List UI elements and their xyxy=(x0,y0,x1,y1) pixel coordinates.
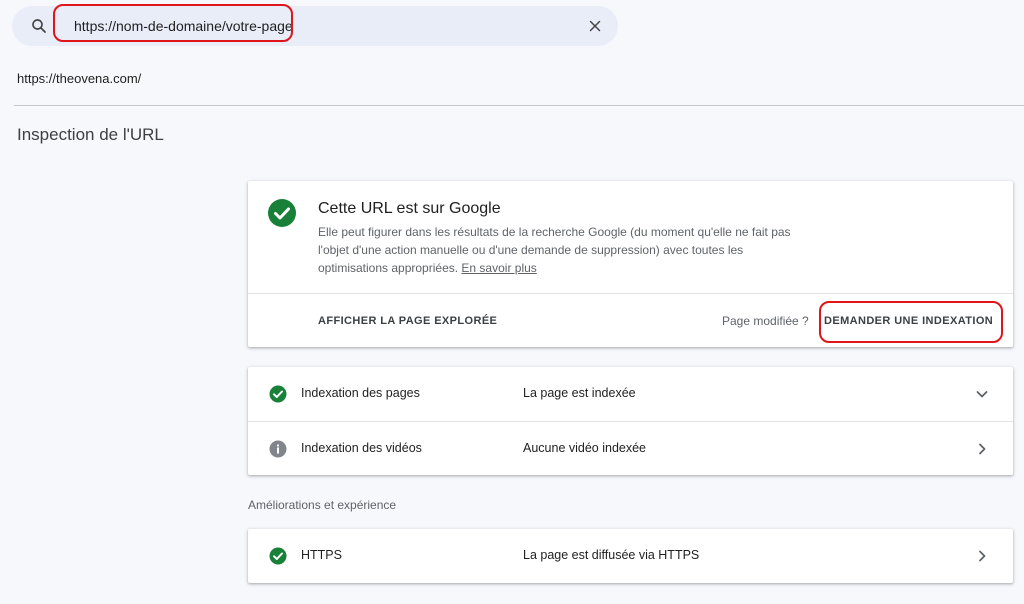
row-label: HTTPS xyxy=(301,548,342,562)
row-label: Indexation des vidéos xyxy=(301,441,422,455)
index-status-card: Cette URL est sur Google Elle peut figur… xyxy=(248,181,1013,347)
list-item-https[interactable]: HTTPS La page est diffusée via HTTPS xyxy=(248,529,1013,583)
learn-more-link[interactable]: En savoir plus xyxy=(461,261,536,275)
chevron-right-icon[interactable] xyxy=(974,548,990,564)
row-value: La page est indexée xyxy=(523,386,636,400)
enhancements-section-label: Améliorations et expérience xyxy=(248,498,397,512)
property-url: https://theovena.com/ xyxy=(17,71,142,86)
info-icon xyxy=(269,440,287,458)
row-label: Indexation des pages xyxy=(301,386,420,400)
close-icon[interactable] xyxy=(586,17,604,35)
enhancements-card: HTTPS La page est diffusée via HTTPS xyxy=(248,529,1013,583)
row-value: Aucune vidéo indexée xyxy=(523,441,647,455)
check-circle-icon xyxy=(268,199,296,227)
chevron-right-icon[interactable] xyxy=(974,441,990,457)
check-circle-icon xyxy=(269,385,287,403)
status-description: Elle peut figurer dans les résultats de … xyxy=(318,223,798,277)
request-indexing-button[interactable]: DEMANDER UNE INDEXATION xyxy=(824,315,993,327)
header-divider xyxy=(14,105,1024,106)
row-value: La page est diffusée via HTTPS xyxy=(523,548,700,562)
page-modified-label: Page modifiée ? xyxy=(722,314,809,328)
url-inspection-input[interactable] xyxy=(74,16,554,36)
list-item-video-indexing[interactable]: Indexation des vidéos Aucune vidéo index… xyxy=(248,421,1013,476)
view-crawled-page-button[interactable]: AFFICHER LA PAGE EXPLORÉE xyxy=(318,315,497,327)
page-title: Inspection de l'URL xyxy=(17,125,164,144)
chevron-down-icon[interactable] xyxy=(974,386,990,402)
list-item-page-indexing[interactable]: Indexation des pages La page est indexée xyxy=(248,367,1013,421)
check-circle-icon xyxy=(269,547,287,565)
coverage-card: Indexation des pages La page est indexée… xyxy=(248,367,1013,475)
status-title: Cette URL est sur Google xyxy=(318,200,501,217)
status-description-text: Elle peut figurer dans les résultats de … xyxy=(318,225,791,275)
search-icon xyxy=(32,19,46,33)
url-search-bar[interactable] xyxy=(12,6,618,46)
card-divider xyxy=(248,293,1013,294)
